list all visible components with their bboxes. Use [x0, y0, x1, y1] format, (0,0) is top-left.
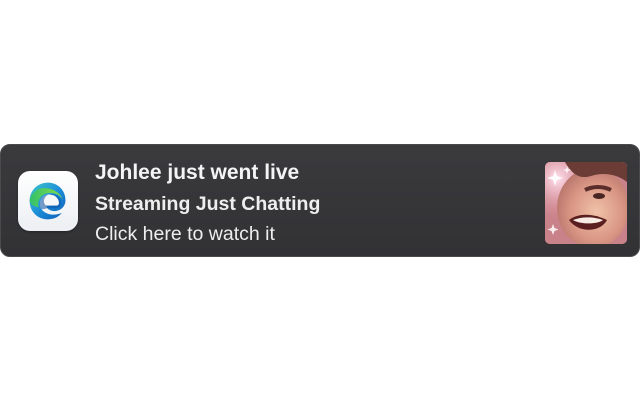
notification-body: Click here to watch it [95, 223, 275, 245]
notification-text: Johlee just went live Streaming Just Cha… [95, 159, 525, 247]
microsoft-edge-icon [18, 171, 78, 231]
notification-banner[interactable]: Johlee just went live Streaming Just Cha… [0, 144, 640, 257]
notification-title: Johlee just went live [95, 161, 300, 184]
notification-subtitle: Streaming Just Chatting [95, 193, 321, 215]
streamer-avatar [545, 162, 627, 244]
